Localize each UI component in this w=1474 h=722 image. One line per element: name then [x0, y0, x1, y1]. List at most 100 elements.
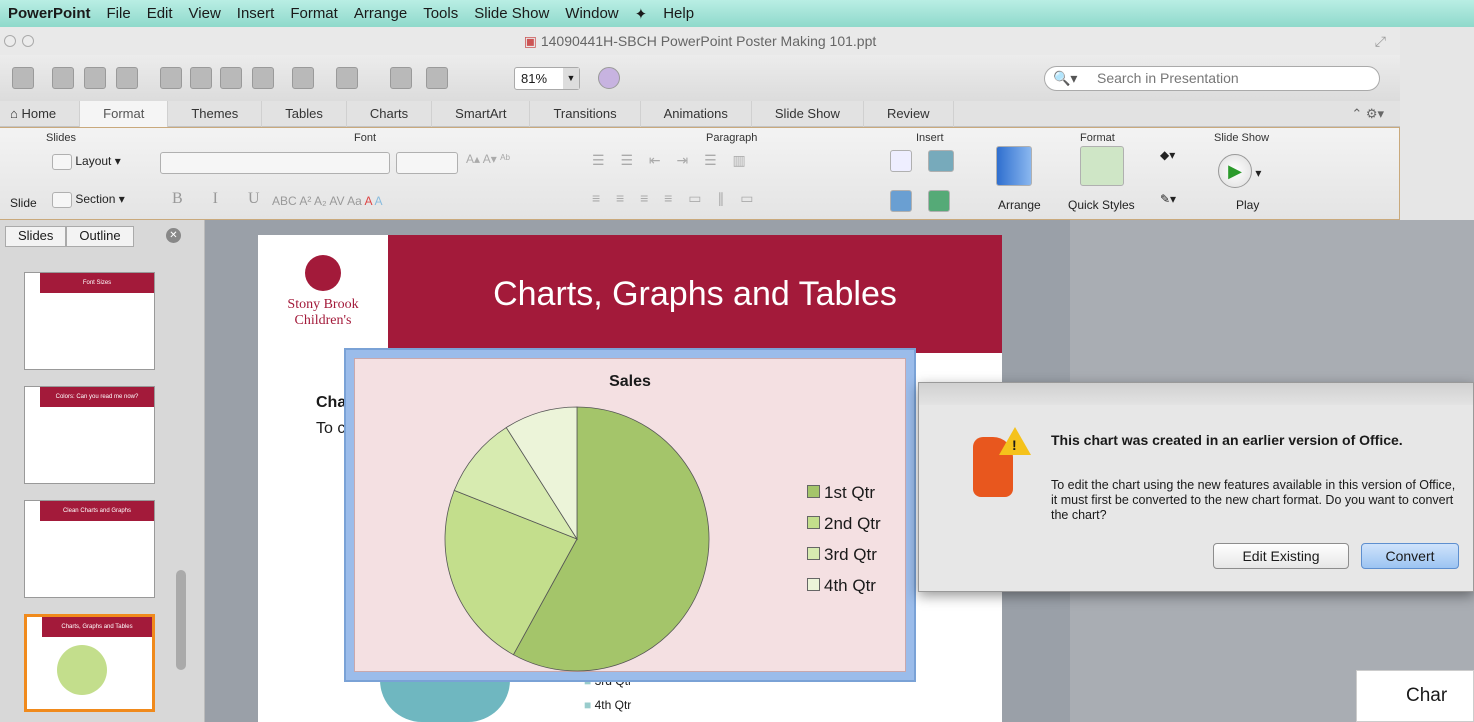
menu-insert[interactable]: Insert — [221, 5, 275, 22]
quick-styles-button[interactable] — [1080, 146, 1124, 186]
legend-label: 4th Qtr — [594, 698, 632, 712]
tab-transitions[interactable]: Transitions — [530, 100, 641, 127]
edit-existing-button[interactable]: Edit Existing — [1213, 543, 1349, 569]
font-size-select[interactable] — [396, 152, 458, 174]
slide-thumbnail[interactable]: Clean Charts and Graphs — [24, 500, 155, 598]
group-font-label: Font — [354, 132, 377, 144]
convert-button[interactable]: Convert — [1361, 543, 1459, 569]
print-icon[interactable] — [116, 67, 138, 89]
slides-view-icon[interactable] — [390, 67, 412, 89]
menu-app[interactable]: PowerPoint — [0, 5, 91, 22]
chart-object[interactable]: Sales 1st Qtr 2nd Qtr 3rd Qtr 4th Qtr — [344, 348, 916, 682]
convert-chart-dialog: ! This chart was created in an earlier v… — [918, 382, 1474, 592]
layout-label: Layout — [75, 154, 112, 169]
zoom-select[interactable]: 81% ▼ — [514, 67, 580, 90]
save-icon[interactable] — [84, 67, 106, 89]
quick-styles-icon — [1080, 146, 1124, 186]
tab-themes[interactable]: Themes — [168, 100, 263, 127]
menu-format[interactable]: Format — [274, 5, 338, 22]
search-placeholder: Search in Presentation — [1097, 70, 1239, 86]
gallery-icon[interactable] — [12, 67, 34, 89]
ribbon-settings-icon[interactable]: ⌃ ⚙▾ — [1351, 106, 1384, 122]
tab-home[interactable]: ⌂ Home — [0, 100, 81, 127]
chevron-down-icon[interactable]: ▼ — [563, 68, 579, 89]
menu-view[interactable]: View — [173, 5, 221, 22]
text-effects-icon[interactable]: A — [375, 194, 383, 208]
legend-swatch — [807, 516, 820, 529]
script-menu-icon[interactable]: ✦ — [619, 5, 648, 23]
dialog-title: This chart was created in an earlier ver… — [1051, 432, 1403, 448]
legend-label: 4th Qtr — [824, 576, 876, 595]
tab-slideshow[interactable]: Slide Show — [752, 100, 864, 127]
group-paragraph-label: Paragraph — [706, 132, 758, 144]
fullscreen-icon[interactable]: ⤢ — [1375, 27, 1386, 55]
open-icon[interactable] — [52, 67, 74, 89]
redo-icon[interactable] — [336, 67, 358, 89]
ribbon: Slides Font Paragraph Insert Format Slid… — [0, 127, 1400, 220]
tab-charts[interactable]: Charts — [347, 100, 433, 127]
align-buttons[interactable]: ≡ ≡ ≡ ≡ ▭ ∥ ▭ — [592, 190, 759, 207]
format-painter-icon[interactable] — [252, 67, 274, 89]
arrange-label: Arrange — [998, 198, 1041, 212]
help-icon[interactable] — [598, 67, 620, 89]
text-box-icon[interactable] — [890, 150, 912, 172]
copy-icon[interactable] — [190, 67, 212, 89]
menu-window[interactable]: Window — [549, 5, 618, 22]
play-icon: ▶ — [1218, 154, 1252, 188]
cut-icon[interactable] — [160, 67, 182, 89]
menu-tools[interactable]: Tools — [407, 5, 458, 22]
media-icon[interactable] — [928, 190, 950, 212]
slide-body-text[interactable]: To c — [316, 420, 345, 438]
shape-icon[interactable] — [890, 190, 912, 212]
search-input[interactable]: 🔍▾ Search in Presentation — [1044, 66, 1380, 91]
dialog-message: To edit the chart using the new features… — [1051, 478, 1456, 522]
menu-arrange[interactable]: Arrange — [338, 5, 407, 22]
play-label: Play — [1236, 198, 1260, 212]
slide-thumbnail-selected[interactable]: Charts, Graphs and Tables — [24, 614, 155, 712]
panel-tabs: Slides Outline — [5, 226, 134, 247]
tab-tables[interactable]: Tables — [262, 100, 347, 127]
panel-scrollbar[interactable] — [176, 570, 186, 670]
tab-home-label: Home — [21, 105, 57, 121]
slide-thumbnail[interactable]: Colors: Can you read me now? — [24, 386, 155, 484]
font-color-icon[interactable]: A — [365, 194, 372, 208]
tab-smartart[interactable]: SmartArt — [432, 100, 531, 127]
close-window-button[interactable] — [4, 35, 16, 47]
font-name-select[interactable] — [160, 152, 390, 174]
thumbnail-title: Clean Charts and Graphs — [40, 501, 154, 521]
tab-outline[interactable]: Outline — [66, 226, 134, 247]
font-style-buttons[interactable]: B I U — [172, 190, 273, 208]
tab-slides[interactable]: Slides — [5, 226, 67, 247]
new-slide-label[interactable]: Slide — [10, 196, 37, 210]
paste-icon[interactable] — [220, 67, 242, 89]
font-effect-buttons[interactable]: ABC A² A₂ AV Aa A A — [272, 194, 383, 208]
ribbon-tabs: ⌂ Home Format Themes Tables Charts Smart… — [0, 100, 1400, 127]
arrange-icon — [996, 146, 1032, 186]
menu-file[interactable]: File — [91, 5, 131, 22]
clear-format-icon[interactable]: ᴬᵇ — [500, 152, 510, 166]
slide-title[interactable]: Charts, Graphs and Tables — [388, 235, 1002, 353]
logo-line2: Children's — [294, 313, 352, 328]
line-color-icon[interactable]: ✎▾ — [1160, 192, 1176, 206]
tab-review[interactable]: Review — [864, 100, 954, 127]
menu-slideshow[interactable]: Slide Show — [458, 5, 549, 22]
undo-icon[interactable] — [292, 67, 314, 89]
chart-area[interactable]: Sales 1st Qtr 2nd Qtr 3rd Qtr 4th Qtr — [354, 358, 906, 672]
list-buttons[interactable]: ☰ ☰ ⇤ ⇥ ☰ ▥ — [592, 152, 752, 169]
fill-color-icon[interactable]: ◆▾ — [1160, 148, 1175, 162]
section-button[interactable]: Section ▾ — [52, 192, 125, 208]
picture-icon[interactable] — [928, 150, 954, 172]
menu-help[interactable]: Help — [647, 5, 694, 22]
font-size-buttons[interactable]: A▴ A▾ ᴬᵇ — [466, 152, 510, 166]
menu-edit[interactable]: Edit — [131, 5, 173, 22]
layout-button[interactable]: Layout ▾ — [52, 154, 121, 170]
play-button[interactable]: ▶ ▾ — [1218, 154, 1261, 188]
slide-body-heading[interactable]: Cha — [316, 394, 346, 412]
toolbox-icon[interactable] — [426, 67, 448, 89]
tab-animations[interactable]: Animations — [641, 100, 752, 127]
minimize-window-button[interactable] — [22, 35, 34, 47]
arrange-button[interactable] — [996, 146, 1032, 186]
slide-thumbnail[interactable]: Font Sizes — [24, 272, 155, 370]
close-panel-icon[interactable]: ✕ — [166, 228, 181, 243]
tab-format[interactable]: Format — [80, 100, 169, 127]
